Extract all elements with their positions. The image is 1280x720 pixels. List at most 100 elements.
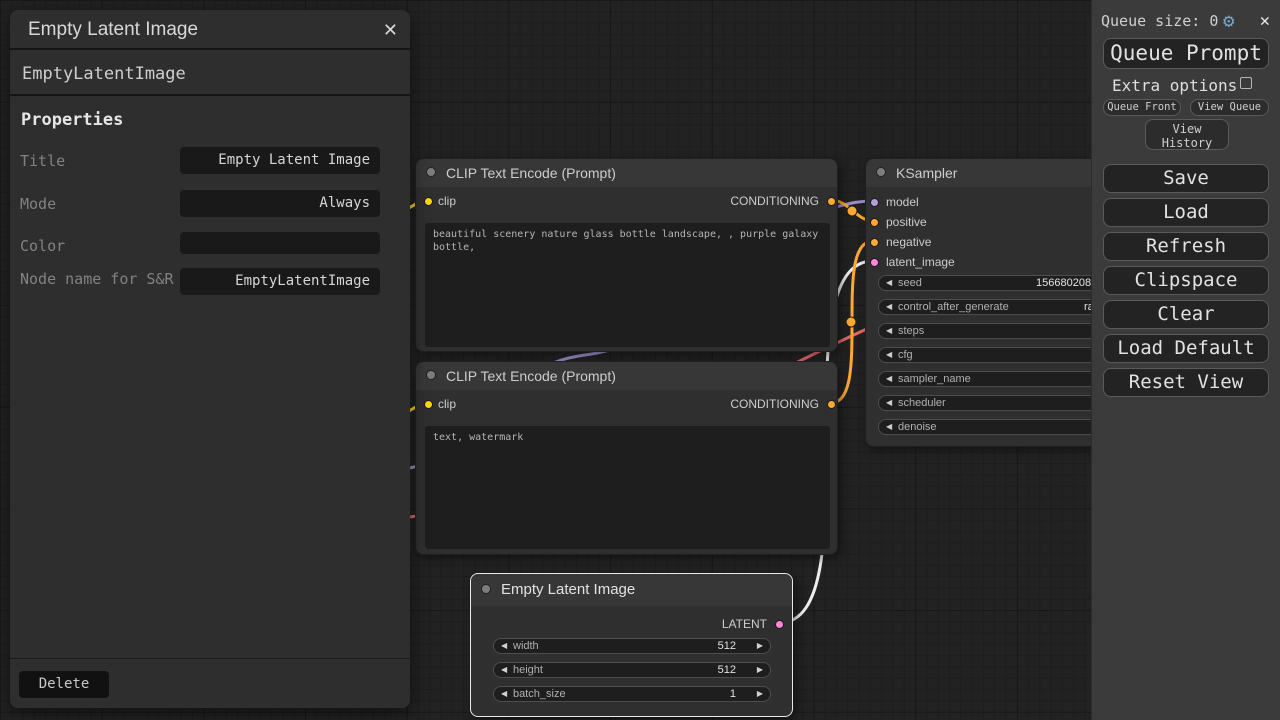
collapse-dot-icon[interactable] (426, 370, 436, 380)
increment-arrow-icon[interactable]: ▶ (757, 687, 763, 701)
widget-cfg[interactable]: ◀ cfg (878, 347, 1109, 363)
node-title: Empty Latent Image (501, 574, 635, 606)
gear-icon[interactable]: ⚙ (1223, 8, 1234, 34)
node-ksampler[interactable]: KSampler model positive negative latent_… (865, 158, 1120, 447)
widget-label: control_after_generate (898, 300, 1009, 314)
close-icon[interactable]: ✕ (383, 10, 398, 50)
node-title: CLIP Text Encode (Prompt) (446, 159, 616, 187)
decrement-arrow-icon[interactable]: ◀ (501, 663, 507, 677)
decrement-arrow-icon[interactable]: ◀ (501, 687, 507, 701)
widget-sampler-name[interactable]: ◀ sampler_name (878, 371, 1109, 387)
mode-field-value: Always (319, 195, 380, 211)
properties-section-title: Properties (21, 110, 123, 130)
input-port-latent-image[interactable] (870, 258, 879, 267)
main-menu-panel: Queue size: 0 ⚙ ✕ Queue Prompt Extra opt… (1091, 0, 1280, 720)
node-clip-text-encode-positive[interactable]: CLIP Text Encode (Prompt) clip CONDITION… (415, 158, 838, 352)
widget-label: scheduler (898, 396, 946, 410)
properties-dialog: Empty Latent Image ✕ EmptyLatentImage Pr… (10, 10, 410, 708)
output-port-conditioning[interactable] (827, 400, 836, 409)
view-queue-button[interactable]: View Queue (1190, 99, 1269, 116)
widget-label: denoise (898, 420, 937, 434)
extra-options-checkbox[interactable] (1240, 77, 1252, 89)
reset-view-button[interactable]: Reset View (1103, 368, 1269, 397)
input-label: clip (438, 397, 456, 411)
widget-label: batch_size (513, 687, 566, 701)
collapse-dot-icon[interactable] (481, 584, 491, 594)
color-field[interactable] (180, 232, 380, 254)
input-label: negative (886, 235, 931, 249)
collapse-dot-icon[interactable] (426, 167, 436, 177)
mode-field[interactable]: Always (180, 190, 380, 217)
widget-label: seed (898, 276, 922, 290)
input-port-negative[interactable] (870, 238, 879, 247)
widget-seed[interactable]: ◀ seed 1566802087 (878, 275, 1109, 291)
input-label: clip (438, 194, 456, 208)
decrement-arrow-icon[interactable]: ◀ (886, 324, 892, 338)
widget-height[interactable]: ◀ height 512 ▶ (493, 662, 771, 678)
input-label: model (886, 195, 919, 209)
queue-prompt-button[interactable]: Queue Prompt (1103, 38, 1269, 69)
input-port-clip[interactable] (424, 400, 433, 409)
widget-control-after-generate[interactable]: ◀ control_after_generate randomize (878, 299, 1109, 315)
node-title-bar[interactable]: Empty Latent Image (471, 574, 792, 606)
widget-value: 512 (718, 639, 736, 653)
output-port-conditioning[interactable] (827, 197, 836, 206)
node-title-bar[interactable]: CLIP Text Encode (Prompt) (416, 362, 837, 390)
close-icon[interactable]: ✕ (1260, 8, 1270, 34)
widget-value: 1566802087 (1036, 276, 1097, 290)
dialog-header: Empty Latent Image ✕ (10, 10, 410, 50)
field-label-node-name: Node name for S&R (20, 269, 178, 289)
clear-button[interactable]: Clear (1103, 300, 1269, 329)
widget-steps[interactable]: ◀ steps (878, 323, 1109, 339)
widget-label: cfg (898, 348, 913, 362)
widget-label: sampler_name (898, 372, 971, 386)
refresh-button[interactable]: Refresh (1103, 232, 1269, 261)
widget-scheduler[interactable]: ◀ scheduler (878, 395, 1109, 411)
decrement-arrow-icon[interactable]: ◀ (886, 372, 892, 386)
load-default-button[interactable]: Load Default (1103, 334, 1269, 363)
field-label-mode: Mode (20, 194, 178, 214)
widget-label: height (513, 663, 543, 677)
decrement-arrow-icon[interactable]: ◀ (886, 420, 892, 434)
color-field-value (370, 235, 380, 251)
queue-front-button[interactable]: Queue Front (1103, 99, 1181, 116)
input-label: latent_image (886, 255, 955, 269)
title-field-value: Empty Latent Image (218, 152, 380, 168)
node-clip-text-encode-negative[interactable]: CLIP Text Encode (Prompt) clip CONDITION… (415, 361, 838, 555)
load-button[interactable]: Load (1103, 198, 1269, 227)
field-label-title: Title (20, 151, 178, 171)
input-port-model[interactable] (870, 198, 879, 207)
title-field[interactable]: Empty Latent Image (180, 147, 380, 174)
dialog-title: Empty Latent Image (28, 10, 198, 50)
increment-arrow-icon[interactable]: ▶ (757, 663, 763, 677)
prompt-textarea[interactable]: beautiful scenery nature glass bottle la… (425, 223, 830, 347)
clipspace-button[interactable]: Clipspace (1103, 266, 1269, 295)
widget-value: 1 (730, 687, 736, 701)
decrement-arrow-icon[interactable]: ◀ (501, 639, 507, 653)
decrement-arrow-icon[interactable]: ◀ (886, 348, 892, 362)
node-title-bar[interactable]: CLIP Text Encode (Prompt) (416, 159, 837, 187)
node-title-bar[interactable]: KSampler (866, 159, 1119, 187)
widget-batch-size[interactable]: ◀ batch_size 1 ▶ (493, 686, 771, 702)
node-name-field-value: EmptyLatentImage (235, 273, 380, 289)
widget-label: width (513, 639, 539, 653)
delete-button[interactable]: Delete (19, 671, 109, 698)
node-type-row: EmptyLatentImage (10, 52, 410, 96)
widget-denoise[interactable]: ◀ denoise (878, 419, 1109, 435)
save-button[interactable]: Save (1103, 164, 1269, 193)
view-history-button[interactable]: View History (1145, 119, 1229, 150)
input-port-clip[interactable] (424, 197, 433, 206)
output-label: LATENT (722, 617, 767, 631)
decrement-arrow-icon[interactable]: ◀ (886, 276, 892, 290)
node-empty-latent-image[interactable]: Empty Latent Image LATENT ◀ width 512 ▶ … (470, 573, 793, 717)
node-name-field[interactable]: EmptyLatentImage (180, 268, 380, 295)
output-port-latent[interactable] (775, 620, 784, 629)
prompt-textarea[interactable]: text, watermark (425, 426, 830, 549)
input-port-positive[interactable] (870, 218, 879, 227)
decrement-arrow-icon[interactable]: ◀ (886, 396, 892, 410)
increment-arrow-icon[interactable]: ▶ (757, 639, 763, 653)
decrement-arrow-icon[interactable]: ◀ (886, 300, 892, 314)
output-label: CONDITIONING (730, 397, 819, 411)
widget-width[interactable]: ◀ width 512 ▶ (493, 638, 771, 654)
collapse-dot-icon[interactable] (876, 167, 886, 177)
